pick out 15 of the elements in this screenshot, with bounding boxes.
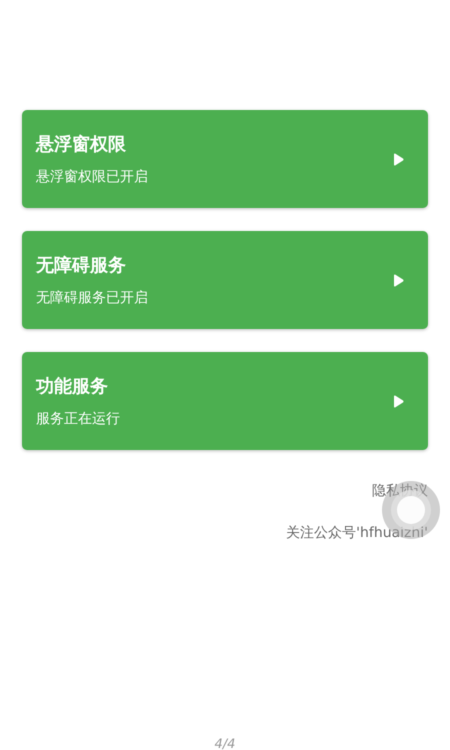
follow-text: 关注公众号'hfhuaizhi' — [286, 524, 428, 542]
play-icon — [393, 274, 404, 286]
play-icon — [393, 394, 404, 408]
privacy-link[interactable]: 隐私协议 — [372, 482, 428, 500]
card-subtitle: 悬浮窗权限已开启 — [36, 168, 149, 186]
card-subtitle: 无障碍服务已开启 — [36, 289, 149, 307]
permission-card[interactable]: 功能服务 服务正在运行 — [22, 352, 428, 450]
permission-card[interactable]: 悬浮窗权限 悬浮窗权限已开启 — [22, 110, 428, 208]
permission-card[interactable]: 无障碍服务 无障碍服务已开启 — [22, 231, 428, 329]
play-icon — [393, 152, 404, 166]
card-title: 无障碍服务 — [36, 254, 127, 277]
card-title: 悬浮窗权限 — [36, 133, 127, 156]
card-subtitle: 服务正在运行 — [36, 410, 121, 428]
page-indicator: 4/4 — [214, 737, 236, 750]
card-title: 功能服务 — [36, 375, 109, 398]
